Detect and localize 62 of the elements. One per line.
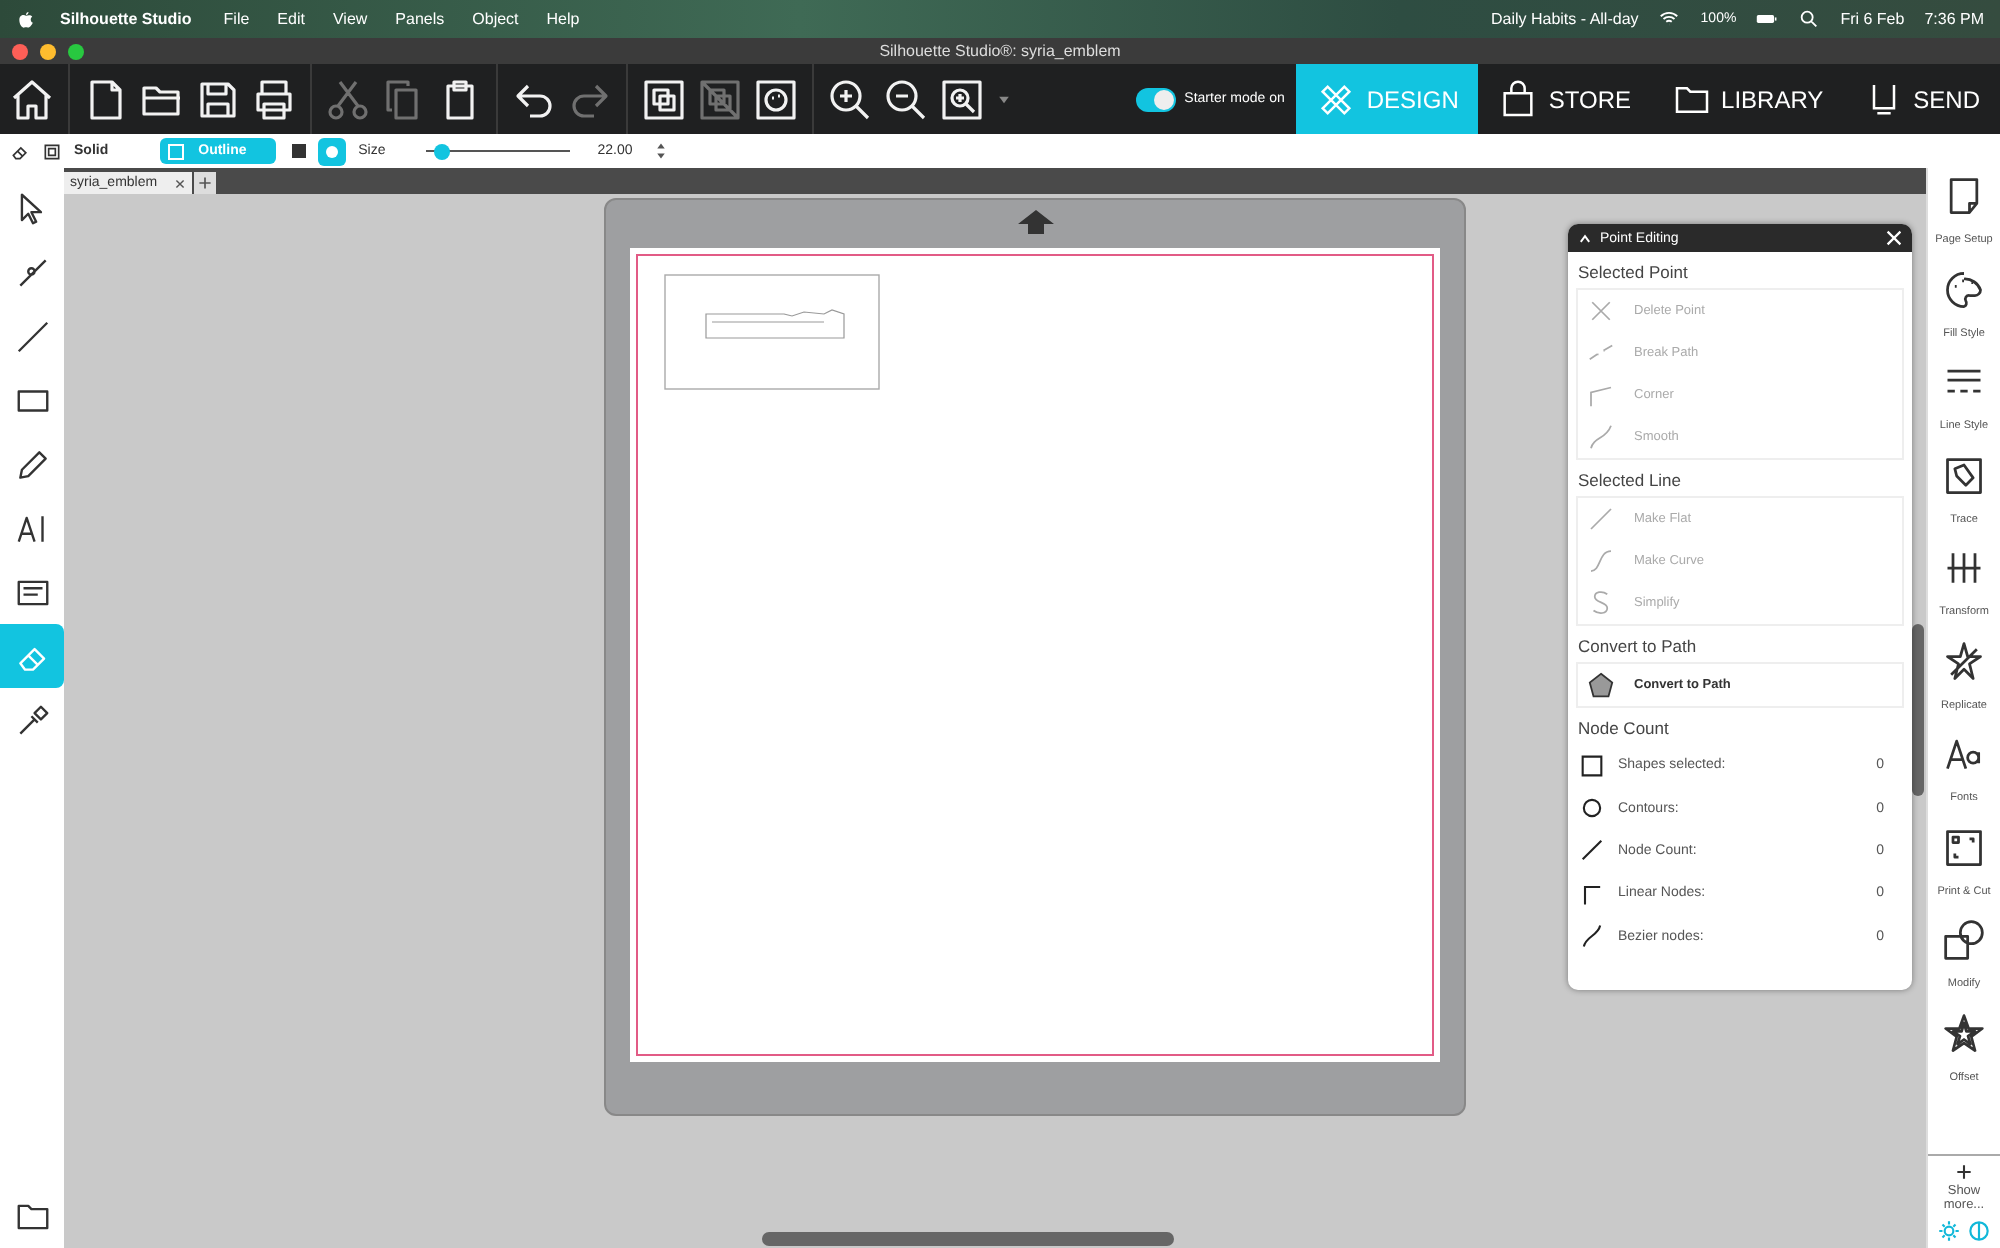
nav-tab[interactable]: STORE: [1478, 64, 1652, 134]
menu-item[interactable]: Object: [472, 10, 519, 28]
vertical-scrollbar[interactable]: [1912, 624, 1924, 796]
minimize-window-button[interactable]: [40, 43, 56, 59]
apple-logo-icon[interactable]: [16, 9, 36, 29]
starter-mode-toggle[interactable]: [1136, 87, 1177, 111]
menu-bar-time[interactable]: 7:36 PM: [1924, 10, 1984, 28]
stepper-icon[interactable]: [656, 142, 667, 160]
ungroup-icon: [696, 75, 744, 123]
menu-item[interactable]: Help: [546, 10, 580, 28]
replicate-icon: [1942, 639, 1986, 683]
cut-icon: [324, 75, 372, 123]
store-icon: [1498, 79, 1539, 119]
printcut-icon: [1942, 825, 1986, 869]
menu-item[interactable]: Panels: [395, 10, 445, 28]
zoom-out-icon: [882, 75, 930, 123]
line-icon: [13, 317, 51, 355]
zoom-fit-icon: [938, 75, 986, 123]
modify-icon: [1942, 918, 1986, 962]
calendar-event[interactable]: Daily Habits - All-day: [1490, 10, 1639, 28]
section-heading: Convert to Path: [1576, 634, 1699, 660]
smooth-icon: [1586, 422, 1616, 452]
menu-item[interactable]: View: [332, 10, 368, 28]
nav-tab[interactable]: SEND: [1843, 64, 2000, 134]
bezier-icon: [1578, 922, 1606, 951]
menu-item[interactable]: File: [223, 10, 250, 28]
add-tab-button[interactable]: [193, 172, 216, 194]
square-tip-icon[interactable]: [292, 144, 307, 158]
search-icon[interactable]: [1798, 8, 1821, 30]
plus-icon: [197, 176, 212, 190]
design-icon: [1316, 79, 1357, 119]
close-icon[interactable]: [173, 177, 186, 189]
section-heading: Selected Point: [1576, 260, 1690, 286]
menu-item[interactable]: Edit: [277, 10, 305, 28]
offset-icon: [1942, 1011, 1986, 1055]
palette-icon: [1942, 267, 1986, 311]
print-icon: [250, 75, 298, 123]
home-icon: [8, 75, 56, 123]
menu-bar-date[interactable]: Fri 6 Feb: [1840, 10, 1905, 28]
solid-mode-icon[interactable]: [42, 141, 62, 161]
window-title: Silhouette Studio®: syria_emblem: [879, 42, 1121, 60]
trace-icon: [1942, 453, 1986, 497]
app-name[interactable]: Silhouette Studio: [60, 10, 192, 28]
zoom-in-icon: [826, 75, 874, 123]
close-window-button[interactable]: [12, 43, 28, 59]
curve-icon: [1586, 546, 1616, 576]
delete-icon: [1586, 296, 1616, 326]
group-icon: [640, 75, 688, 123]
collapse-chevron-icon[interactable]: [1578, 231, 1592, 245]
pentagon-icon: [1586, 670, 1616, 700]
plus-icon: [1954, 1162, 1974, 1182]
slider-thumb[interactable]: [434, 143, 451, 159]
pencil-icon: [13, 445, 51, 483]
nav-tab[interactable]: LIBRARY: [1651, 64, 1844, 134]
up-arrow-icon[interactable]: [1015, 208, 1055, 236]
contours-icon: [1578, 794, 1606, 823]
section-heading: Selected Line: [1576, 468, 1684, 494]
eraser-icon: [10, 141, 30, 161]
caret-icon[interactable]: [996, 91, 1012, 107]
horizontal-scrollbar[interactable]: [762, 1232, 1174, 1246]
section-heading: Node Count: [1576, 716, 1671, 742]
maximize-window-button[interactable]: [68, 43, 84, 59]
